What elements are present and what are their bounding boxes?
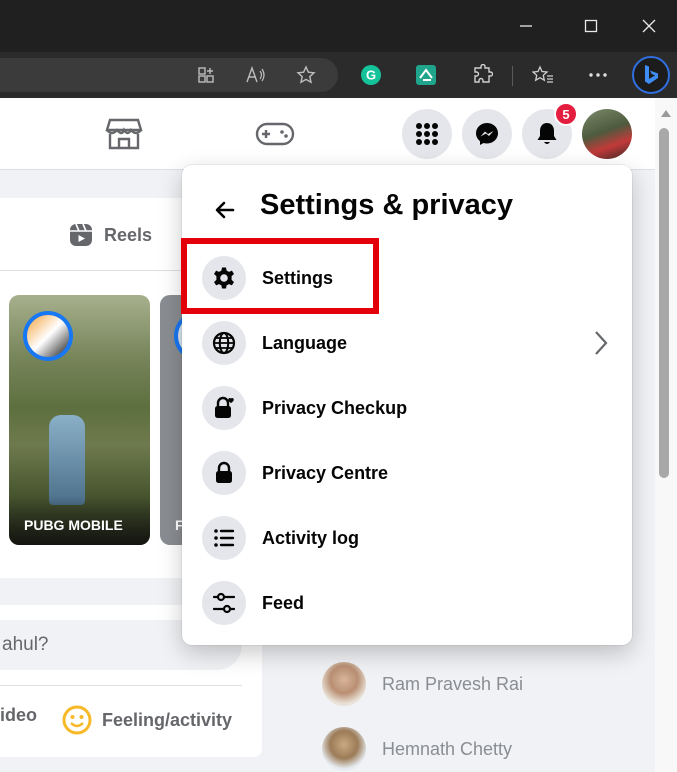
contact-avatar [322,727,366,771]
menu-item-label: Language [262,332,348,353]
address-bar[interactable] [0,58,338,92]
maximize-icon[interactable] [571,8,611,44]
menu-item-label: Activity log [262,527,360,548]
grammarly-icon[interactable]: G [355,59,387,91]
back-button[interactable] [208,193,242,227]
svg-text:G: G [366,68,376,83]
lock-icon [202,451,246,495]
browser-titlebar [0,0,677,52]
minimize-icon[interactable] [506,8,546,44]
list-icon [202,516,246,560]
menu-grid-button[interactable] [402,109,452,159]
composer-placeholder: ahul? [2,634,49,655]
chevron-right-icon [595,331,608,355]
toolbar-divider [512,66,513,86]
messenger-icon [476,123,498,145]
menu-item-feed[interactable]: Feed [198,574,618,632]
menu-item-privacy-centre[interactable]: Privacy Centre [198,444,618,502]
contact-name: Ram Pravesh Rai [382,673,524,694]
contact-name: Hemnath Chetty [382,738,513,759]
menu-item-activity-log[interactable]: Activity log [198,509,618,567]
read-aloud-icon[interactable] [240,59,272,91]
reels-icon [70,223,92,246]
globe-icon [202,321,246,365]
story-label: PUBG MOBILE [24,517,123,533]
contact-item[interactable]: Hemnath Chetty [322,727,512,771]
grid-icon [416,123,438,145]
feeling-label: Feeling/activity [102,709,233,730]
profile-avatar[interactable] [582,109,632,159]
close-icon[interactable] [629,8,669,44]
more-icon[interactable] [582,59,614,91]
messenger-button[interactable] [462,109,512,159]
smiley-icon [62,705,92,735]
menu-item-language[interactable]: Language [198,314,618,372]
marketplace-icon[interactable] [104,116,144,157]
settings-privacy-menu: Settings & privacy Settings Language Pri… [182,165,632,645]
scroll-up-icon[interactable] [660,108,672,118]
extensions-puzzle-icon[interactable] [466,59,498,91]
extension-icon[interactable] [410,59,442,91]
browser-toolbar: G [0,52,677,98]
menu-item-label: Privacy Centre [262,462,389,483]
bell-icon [537,123,557,144]
highlight-box [181,238,379,314]
menu-item-label: Feed [262,592,305,613]
favorite-star-icon[interactable] [290,59,322,91]
divider [0,685,242,686]
menu-title: Settings & privacy [260,189,514,221]
bing-icon[interactable] [632,56,670,94]
page-scrollbar-thumb[interactable] [659,128,669,478]
facebook-header: 5 [0,98,655,170]
reels-label: Reels [104,224,153,245]
favorites-icon[interactable] [527,59,559,91]
split-screen-icon[interactable] [190,59,222,91]
gaming-icon[interactable] [255,122,295,151]
menu-item-privacy-checkup[interactable]: Privacy Checkup [198,379,618,437]
menu-item-label: Privacy Checkup [262,397,408,418]
arrow-left-icon [215,201,235,219]
contact-avatar [322,662,366,706]
video-label: ideo [0,705,38,725]
sliders-icon [202,581,246,625]
reels-tab[interactable]: Reels [68,222,152,248]
feeling-activity-button[interactable]: Feeling/activity [62,705,232,735]
video-button[interactable]: ideo [0,705,37,726]
contact-item[interactable]: Ram Pravesh Rai [322,662,523,706]
story-figure [49,415,85,505]
lock-heart-icon [202,386,246,430]
story-avatar [23,311,73,361]
story-card[interactable]: PUBG MOBILE [9,295,150,545]
notification-badge: 5 [554,102,578,126]
